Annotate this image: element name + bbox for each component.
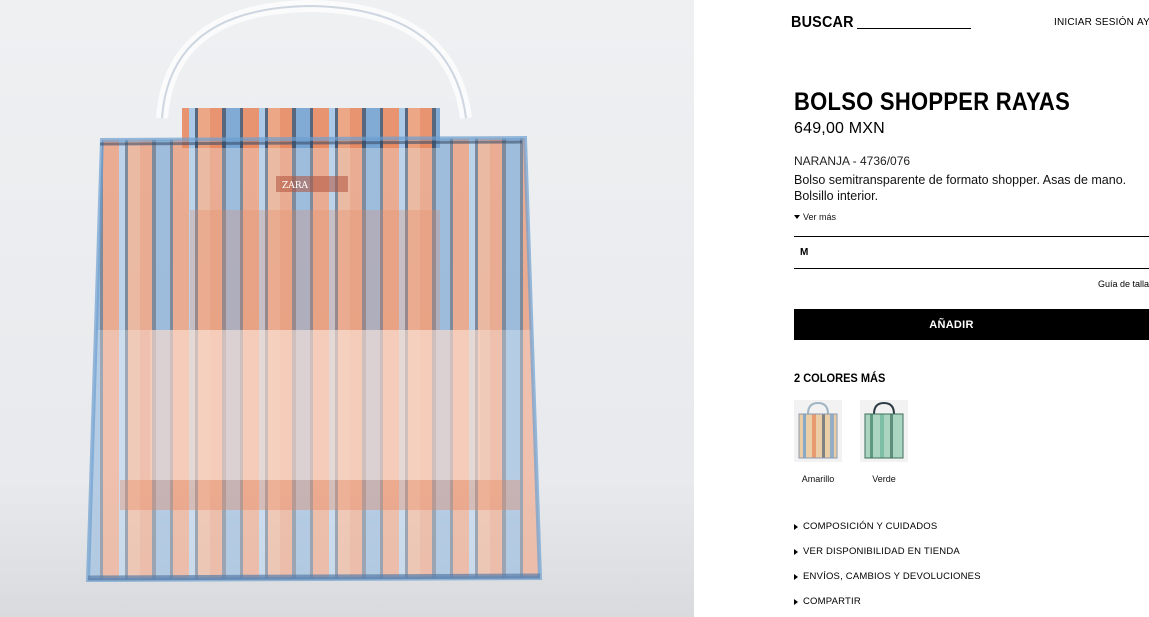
search-link[interactable]: BUSCAR: [791, 14, 854, 32]
accordion-label: VER DISPONIBILIDAD EN TIENDA: [803, 546, 960, 557]
add-to-cart-button[interactable]: AÑADIR: [794, 309, 1149, 340]
brand-tag: ZARA: [282, 181, 309, 191]
accordion-share[interactable]: COMPARTIR: [794, 596, 861, 607]
help-link[interactable]: AY: [1137, 17, 1149, 28]
color-thumbnail: [860, 400, 908, 462]
search-input-underline[interactable]: [857, 28, 971, 29]
product-price: 649,00 MXN: [794, 120, 885, 137]
product-details-panel: BUSCAR INICIAR SESIÓN AY BOLSO SHOPPER R…: [694, 0, 1149, 617]
caret-right-icon: [794, 598, 798, 605]
caret-right-icon: [794, 573, 798, 580]
caret-right-icon: [794, 523, 798, 530]
accordion-label: COMPOSICIÓN Y CUIDADOS: [803, 521, 938, 532]
accordion-shipping-returns[interactable]: ENVÍOS, CAMBIOS Y DEVOLUCIONES: [794, 571, 981, 582]
product-description: Bolso semitransparente de formato shoppe…: [794, 173, 1127, 203]
see-more-toggle[interactable]: Ver más: [794, 212, 836, 222]
selected-size: M: [800, 247, 809, 258]
caret-right-icon: [794, 548, 798, 555]
see-more-label: Ver más: [803, 212, 837, 222]
accordion-store-availability[interactable]: VER DISPONIBILIDAD EN TIENDA: [794, 546, 960, 557]
color-option-label: Verde: [872, 474, 896, 484]
caret-down-icon: [794, 215, 800, 219]
add-to-cart-label: AÑADIR: [929, 318, 974, 331]
color-option-amarillo[interactable]: Amarillo: [794, 400, 842, 484]
size-selector[interactable]: M: [794, 237, 1149, 268]
product-title: BOLSO SHOPPER RAYAS: [794, 88, 1071, 116]
login-link[interactable]: INICIAR SESIÓN: [1054, 17, 1134, 28]
size-guide-link[interactable]: Guía de talla: [1098, 279, 1149, 289]
product-image[interactable]: ZARA: [0, 0, 694, 617]
accordion-composition[interactable]: COMPOSICIÓN Y CUIDADOS: [794, 521, 937, 532]
color-thumbnail: [794, 400, 842, 462]
accordion-label: COMPARTIR: [803, 596, 861, 607]
color-option-verde[interactable]: Verde: [860, 400, 908, 484]
color-option-label: Amarillo: [801, 474, 835, 484]
accordion-label: ENVÍOS, CAMBIOS Y DEVOLUCIONES: [803, 571, 981, 582]
product-color-reference: NARANJA - 4736/076: [794, 154, 911, 168]
more-colors-title: 2 COLORES MÁS: [794, 371, 886, 385]
tote-bag-illustration: ZARA: [0, 0, 694, 617]
divider: [794, 268, 1149, 269]
